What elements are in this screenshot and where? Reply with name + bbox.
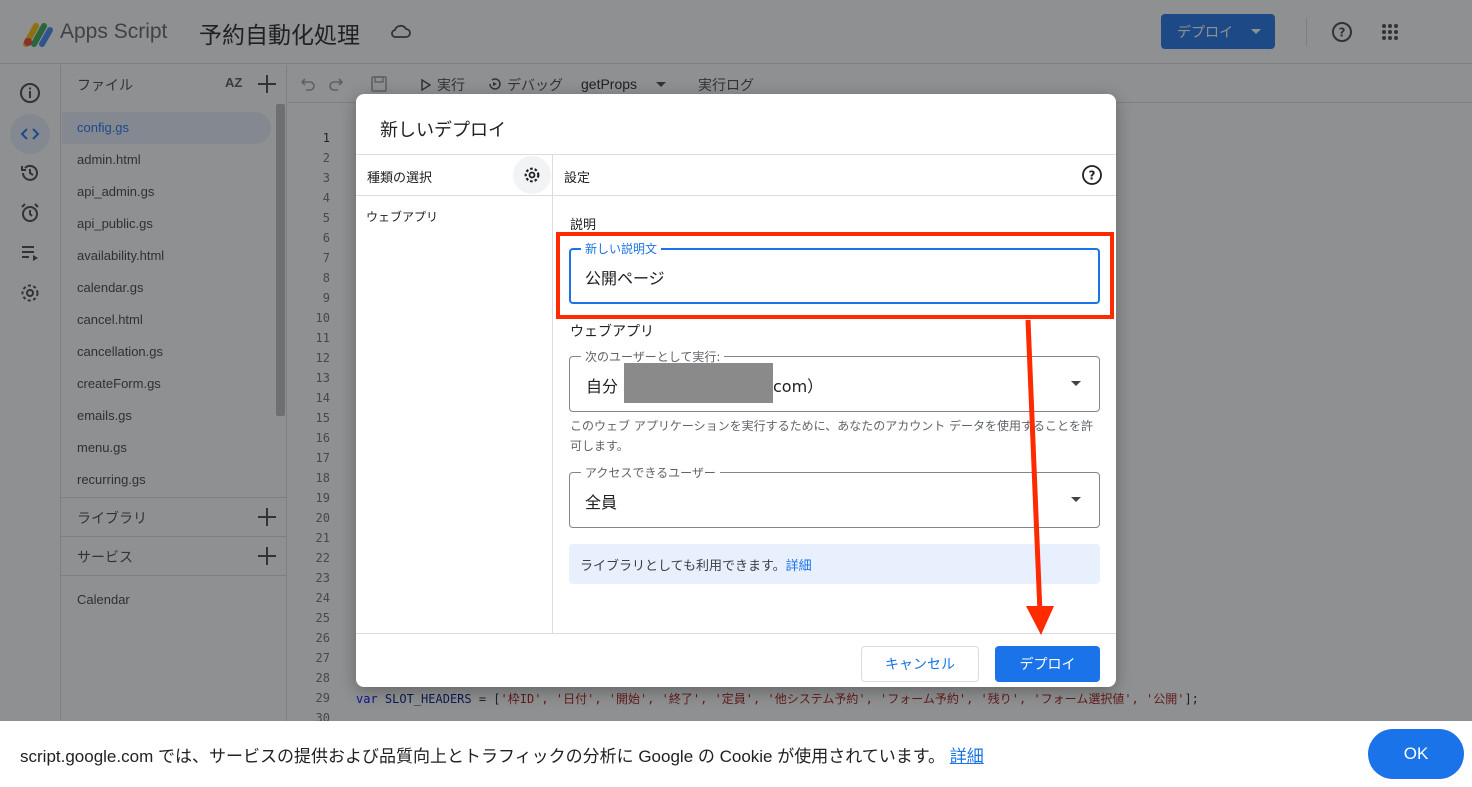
description-section-label: 説明 xyxy=(570,218,597,233)
type-item-webapp[interactable]: ウェブアプリ xyxy=(366,208,438,225)
chevron-down-icon[interactable] xyxy=(1071,497,1081,502)
execute-as-suffix: com） xyxy=(773,377,824,396)
webapp-section-label: ウェブアプリ xyxy=(570,324,654,340)
library-info-link[interactable]: 詳細 xyxy=(786,555,812,574)
highlight-box xyxy=(556,232,1114,319)
redacted-email xyxy=(624,363,773,403)
dialog-title: 新しいデプロイ xyxy=(380,120,506,141)
cookie-banner-text: script.google.com では、サービスの提供および品質向上とトラフィ… xyxy=(20,747,984,766)
gear-icon xyxy=(524,167,540,183)
dialog-column-divider xyxy=(552,155,553,633)
access-label: アクセスできるユーザー xyxy=(581,464,720,481)
access-value: 全員 xyxy=(585,493,618,512)
chevron-down-icon[interactable] xyxy=(1071,381,1081,386)
execute-as-prefix: 自分 xyxy=(586,377,619,396)
cookie-details-link[interactable]: 詳細 xyxy=(950,747,984,766)
cookie-ok-button[interactable]: OK xyxy=(1368,729,1464,779)
annotation-arrow-icon xyxy=(1025,319,1054,635)
library-info-text: ライブラリとしても利用できます。 xyxy=(580,558,786,574)
type-selection-header: 種類の選択 xyxy=(367,171,433,186)
dialog-footer-divider xyxy=(356,633,1116,634)
dialog-header-divider xyxy=(356,154,1116,155)
settings-header: 設定 xyxy=(564,171,591,186)
dialog-subheader-divider xyxy=(356,195,1116,196)
deploy-button[interactable]: デプロイ xyxy=(995,646,1100,682)
svg-text:?: ? xyxy=(1089,169,1096,183)
cancel-button[interactable]: キャンセル xyxy=(861,646,979,682)
help-icon[interactable]: ? xyxy=(1081,164,1103,186)
